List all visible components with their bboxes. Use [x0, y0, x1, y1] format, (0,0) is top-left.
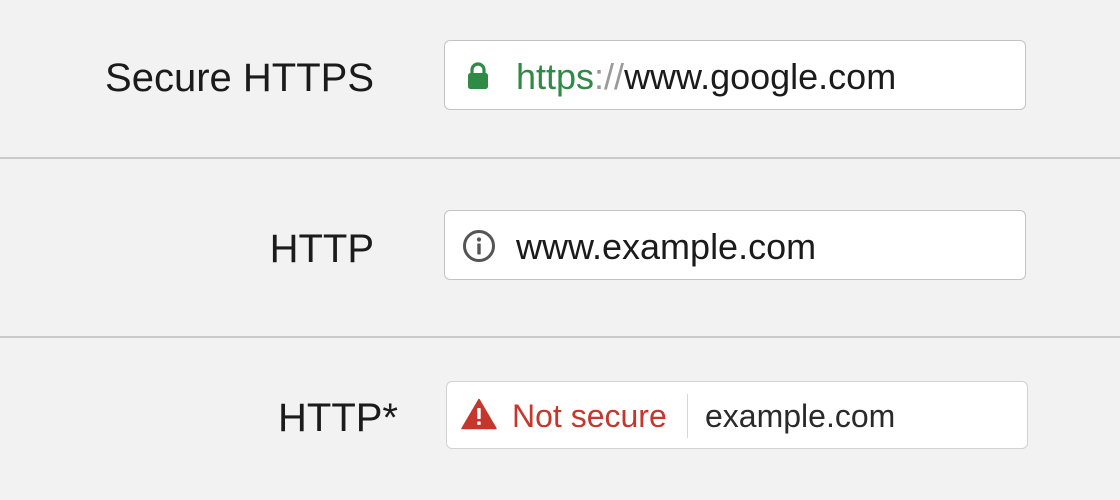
- url-scheme: https: [516, 56, 595, 97]
- not-secure-row: HTTP* Not secure example.com: [0, 339, 1120, 500]
- secure-url[interactable]: https://www.google.com: [516, 59, 896, 95]
- warning-icon[interactable]: [461, 398, 497, 430]
- http-label: HTTP: [269, 227, 374, 271]
- not-secure-url[interactable]: example.com: [705, 400, 895, 432]
- address-bar-http[interactable]: www.example.com: [444, 210, 1026, 280]
- http-row: HTTP www.example.com: [0, 160, 1120, 337]
- secure-https-label: Secure HTTPS: [105, 56, 374, 100]
- url-separator: ://: [594, 56, 625, 97]
- address-bar-secure[interactable]: https://www.google.com: [444, 40, 1026, 110]
- chip-separator: [687, 394, 688, 438]
- url-host: www.google.com: [624, 56, 897, 97]
- info-icon[interactable]: [462, 229, 496, 263]
- http-star-label: HTTP*: [278, 396, 398, 440]
- row-divider: [0, 336, 1120, 338]
- secure-https-row: Secure HTTPS https://www.google.com: [0, 0, 1120, 158]
- row-divider: [0, 157, 1120, 159]
- not-secure-status[interactable]: Not secure: [512, 400, 667, 432]
- http-url[interactable]: www.example.com: [516, 229, 816, 265]
- address-bar-not-secure[interactable]: Not secure example.com: [446, 381, 1028, 449]
- lock-icon[interactable]: [467, 62, 489, 90]
